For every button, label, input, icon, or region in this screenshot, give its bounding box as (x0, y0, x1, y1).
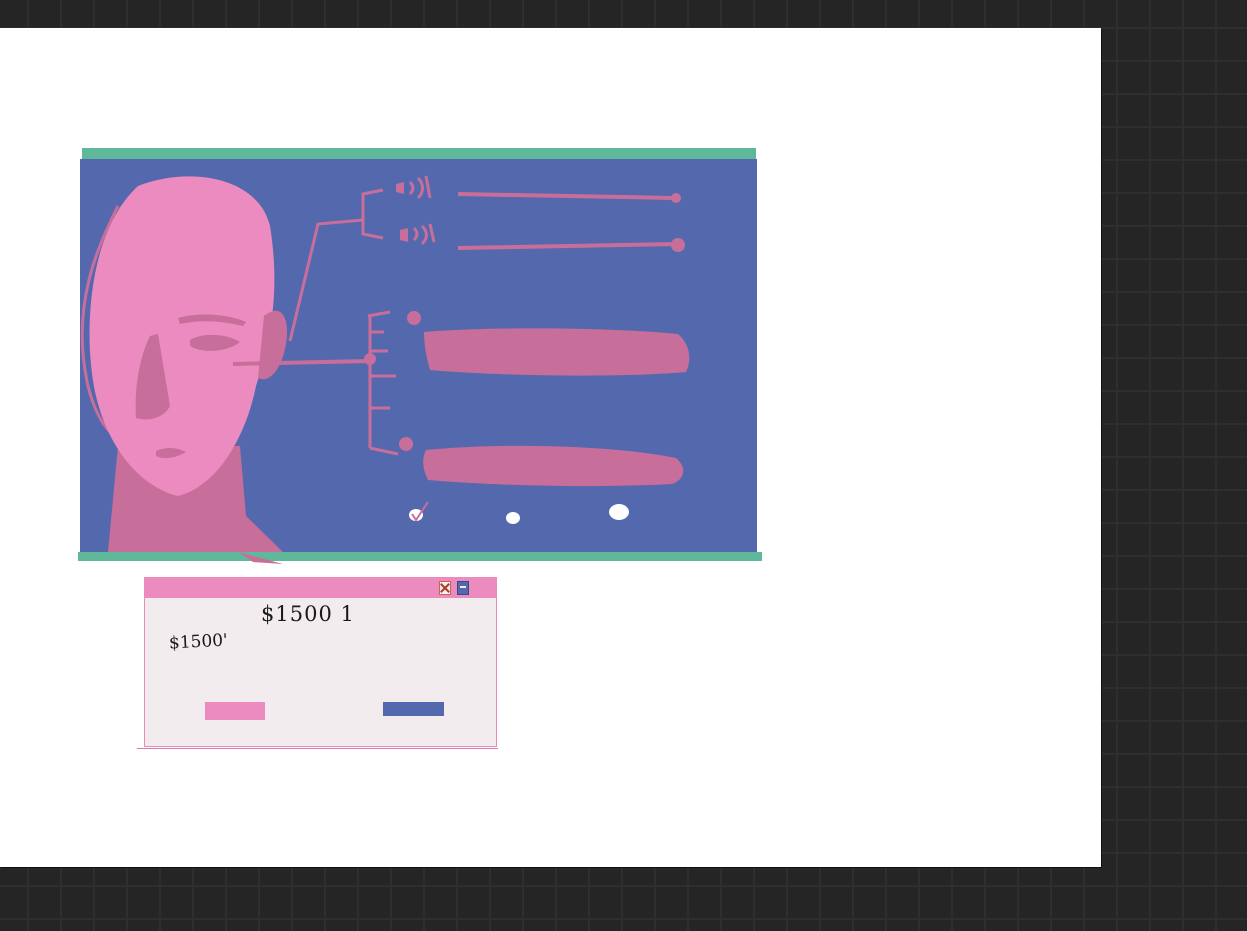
top-accent-bar (82, 148, 756, 159)
dot-icon[interactable] (506, 512, 520, 524)
dialog-titlebar (145, 578, 496, 598)
divider (137, 748, 498, 749)
dot-icon[interactable] (609, 504, 629, 520)
bottom-accent-bar (78, 552, 762, 561)
pink-button[interactable] (205, 702, 265, 720)
payment-dialog: $1500 1 $1500' (137, 577, 498, 749)
filled-bar-top (424, 328, 690, 376)
amount-large: $1500 1 (261, 602, 355, 626)
blue-button[interactable] (383, 702, 444, 716)
minimize-icon[interactable] (457, 581, 469, 595)
mockup-illustration-panel (78, 146, 764, 564)
drawing-canvas: $1500 1 $1500' (0, 28, 1101, 867)
close-icon[interactable] (439, 581, 451, 595)
mockup-illustration (78, 148, 762, 564)
amount-small: $1500' (168, 630, 229, 654)
